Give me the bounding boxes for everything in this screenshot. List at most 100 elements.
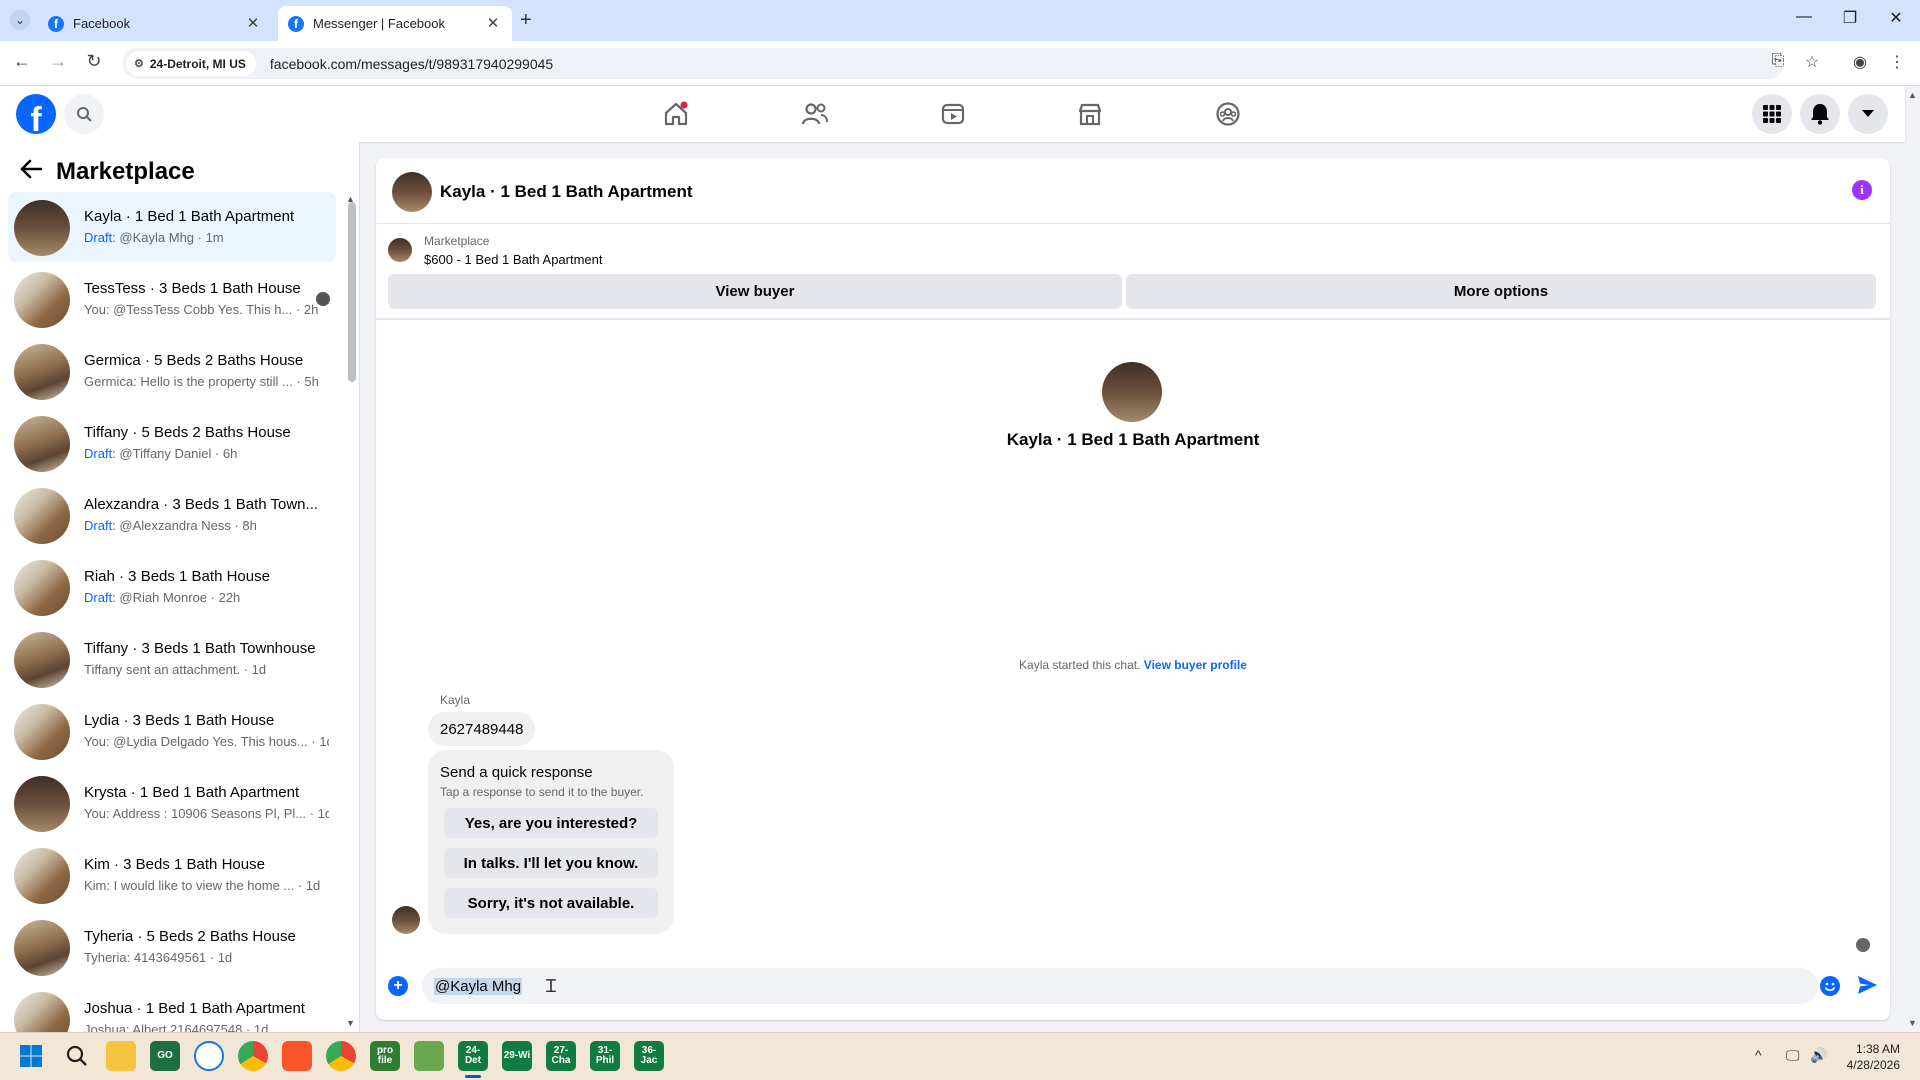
notepad-icon[interactable] xyxy=(414,1041,444,1071)
sidebar-title: Marketplace xyxy=(56,158,195,185)
sheet-24-icon[interactable]: 24-Det xyxy=(458,1041,488,1078)
site-settings-icon[interactable]: ⚙ xyxy=(134,57,144,70)
scroll-down-icon[interactable]: ▼ xyxy=(346,1018,355,1028)
conversation-item-tiffany-3bed[interactable]: Tiffany · 3 Beds 1 Bath Townhouse Tiffan… xyxy=(8,624,336,694)
conversation-item-krysta[interactable]: Krysta · 1 Bed 1 Bath Apartment You: Add… xyxy=(8,768,336,838)
app-icon-1[interactable]: GO xyxy=(150,1041,180,1071)
conversation-item-germica[interactable]: Germica · 5 Beds 2 Baths House Germica: … xyxy=(8,336,336,406)
page-scroll-down-icon[interactable]: ▼ xyxy=(1908,1018,1917,1028)
home-icon[interactable] xyxy=(656,94,696,134)
chrome-icon[interactable] xyxy=(238,1041,268,1071)
sheet-27-icon[interactable]: 27-Cha xyxy=(546,1041,576,1071)
conversation-preview: Draft: @Kayla Mhg · 1m xyxy=(84,230,224,245)
chat-title[interactable]: Kayla · 1 Bed 1 Bath Apartment xyxy=(440,182,693,202)
volume-icon[interactable]: 🔊 xyxy=(1810,1047,1827,1064)
tab-messenger[interactable]: f Messenger | Facebook ✕ xyxy=(278,6,512,41)
conversation-title: Tyheria · 5 Beds 2 Baths House xyxy=(84,928,296,945)
conversation-title: Alexzandra · 3 Beds 1 Bath Town... xyxy=(84,496,319,513)
profile-avatar[interactable] xyxy=(1102,362,1162,422)
tab-label: Messenger | Facebook xyxy=(313,16,445,31)
facebook-logo-icon[interactable]: f xyxy=(16,94,56,134)
bell-icon[interactable] xyxy=(1800,94,1840,134)
view-buyer-profile-link[interactable]: View buyer profile xyxy=(1144,658,1247,672)
sheet-36-icon[interactable]: 36-Jac xyxy=(634,1041,664,1071)
conversation-item-tyheria[interactable]: Tyheria · 5 Beds 2 Baths House Tyheria: … xyxy=(8,912,336,982)
search-icon[interactable] xyxy=(62,1041,92,1071)
chrome-profile-icon[interactable] xyxy=(326,1041,356,1071)
conversation-item-alexzandra[interactable]: Alexzandra · 3 Beds 1 Bath Town... Draft… xyxy=(8,480,336,550)
conversation-title: Riah · 3 Beds 1 Bath House xyxy=(84,568,270,585)
conversation-item-tiffany-5bed[interactable]: Tiffany · 5 Beds 2 Baths House Draft: @T… xyxy=(8,408,336,478)
browser-toolbar: ← → ↻ ⚙ 24-Detroit, MI US facebook.com/m… xyxy=(0,41,1920,86)
start-icon[interactable] xyxy=(16,1041,46,1071)
profile-app-icon[interactable]: pro file xyxy=(370,1041,400,1071)
plus-icon[interactable]: + xyxy=(388,976,408,996)
url-text[interactable]: facebook.com/messages/t/989317940299045 xyxy=(270,56,553,72)
info-icon[interactable]: i xyxy=(1852,180,1872,200)
sender-avatar[interactable] xyxy=(392,906,420,934)
network-icon[interactable]: 🖵 xyxy=(1786,1047,1800,1064)
message-input[interactable]: @Kayla Mhg xyxy=(422,968,1818,1004)
new-tab-icon[interactable]: + xyxy=(520,9,532,32)
location-chip[interactable]: ⚙ 24-Detroit, MI US xyxy=(126,51,256,76)
brave-icon[interactable] xyxy=(282,1041,312,1071)
conversation-item-riah[interactable]: Riah · 3 Beds 1 Bath House Draft: @Riah … xyxy=(8,552,336,622)
conversation-item-tesstess[interactable]: TessTess · 3 Beds 1 Bath House You: @Tes… xyxy=(8,264,336,334)
facebook-favicon-icon: f xyxy=(48,15,64,32)
tray-chevron-icon[interactable]: ^ xyxy=(1755,1047,1762,1063)
close-icon[interactable]: ✕ xyxy=(244,14,262,32)
close-icon[interactable]: ✕ xyxy=(484,14,502,32)
conversation-item-joshua[interactable]: Joshua · 1 Bed 1 Bath Apartment Joshua: … xyxy=(8,984,336,1032)
bookmark-star-icon[interactable]: ☆ xyxy=(1800,52,1824,72)
quick-response-subtitle: Tap a response to send it to the buyer. xyxy=(440,785,644,799)
tab-search-icon[interactable]: ⌄ xyxy=(10,10,30,30)
tab-facebook[interactable]: f Facebook ✕ xyxy=(38,6,272,41)
chrome-menu-icon[interactable]: ⋮ xyxy=(1885,52,1909,72)
sender-name: Kayla xyxy=(440,693,471,707)
conversation-preview: Draft: @Tiffany Daniel · 6h xyxy=(84,446,237,461)
conversation-item-kayla[interactable]: Kayla · 1 Bed 1 Bath Apartment Draft: @K… xyxy=(8,192,336,262)
back-arrow-icon[interactable] xyxy=(20,158,43,186)
sheet-29-icon[interactable]: 29-Wi xyxy=(502,1041,532,1071)
listing-thumbnail xyxy=(14,776,70,832)
system-clock[interactable]: 1:38 AM 4/28/2026 xyxy=(1847,1041,1900,1073)
conversation-item-lydia[interactable]: Lydia · 3 Beds 1 Bath House You: @Lydia … xyxy=(8,696,336,766)
restore-icon[interactable]: ❐ xyxy=(1838,8,1862,28)
back-arrow-icon[interactable]: ← xyxy=(10,51,34,72)
listing-thumbnail xyxy=(388,238,412,262)
friends-icon[interactable] xyxy=(795,94,835,134)
chat-avatar[interactable] xyxy=(392,172,432,212)
sheet-31-icon[interactable]: 31-Phil xyxy=(590,1041,620,1071)
message-bubble[interactable]: 2627489448 xyxy=(428,712,536,746)
video-icon[interactable] xyxy=(933,94,973,134)
groups-icon[interactable] xyxy=(1208,94,1248,134)
forward-arrow-icon[interactable]: → xyxy=(46,51,70,72)
conversation-item-kim[interactable]: Kim · 3 Beds 1 Bath House Kim: I would l… xyxy=(8,840,336,910)
view-buyer-button[interactable]: View buyer xyxy=(388,274,1122,309)
profile-icon[interactable]: ◉ xyxy=(1848,52,1872,72)
chat-header: Kayla · 1 Bed 1 Bath Apartment i xyxy=(376,158,1890,224)
app-icon-2[interactable] xyxy=(194,1041,224,1071)
send-icon[interactable] xyxy=(1856,974,1878,1001)
menu-grid-icon[interactable] xyxy=(1752,94,1792,134)
listing-price-title[interactable]: $600 - 1 Bed 1 Bath Apartment xyxy=(424,252,603,267)
draft-label: Draft: xyxy=(84,518,116,533)
more-options-button[interactable]: More options xyxy=(1126,274,1876,309)
minimize-icon[interactable]: — xyxy=(1792,8,1816,26)
quick-response-yes-button[interactable]: Yes, are you interested? xyxy=(444,808,658,838)
search-icon[interactable] xyxy=(64,94,104,134)
address-bar[interactable]: ⚙ 24-Detroit, MI US facebook.com/message… xyxy=(122,48,1784,79)
emoji-icon[interactable] xyxy=(1820,976,1840,996)
window-close-icon[interactable]: ✕ xyxy=(1884,8,1908,28)
listing-thumbnail xyxy=(14,920,70,976)
account-caret-icon[interactable] xyxy=(1848,94,1888,134)
reload-icon[interactable]: ↻ xyxy=(82,51,106,72)
marketplace-icon[interactable] xyxy=(1070,94,1110,134)
quick-response-not-available-button[interactable]: Sorry, it's not available. xyxy=(444,888,658,918)
chat-started-notice: Kayla started this chat. View buyer prof… xyxy=(376,658,1890,672)
quick-response-in-talks-button[interactable]: In talks. I'll let you know. xyxy=(444,848,658,878)
page-scroll-up-icon[interactable]: ▲ xyxy=(1908,90,1917,100)
install-app-icon[interactable]: ⎘ xyxy=(1766,52,1790,70)
file-explorer-icon[interactable] xyxy=(106,1041,136,1071)
sidebar-scrollbar[interactable] xyxy=(348,202,356,382)
